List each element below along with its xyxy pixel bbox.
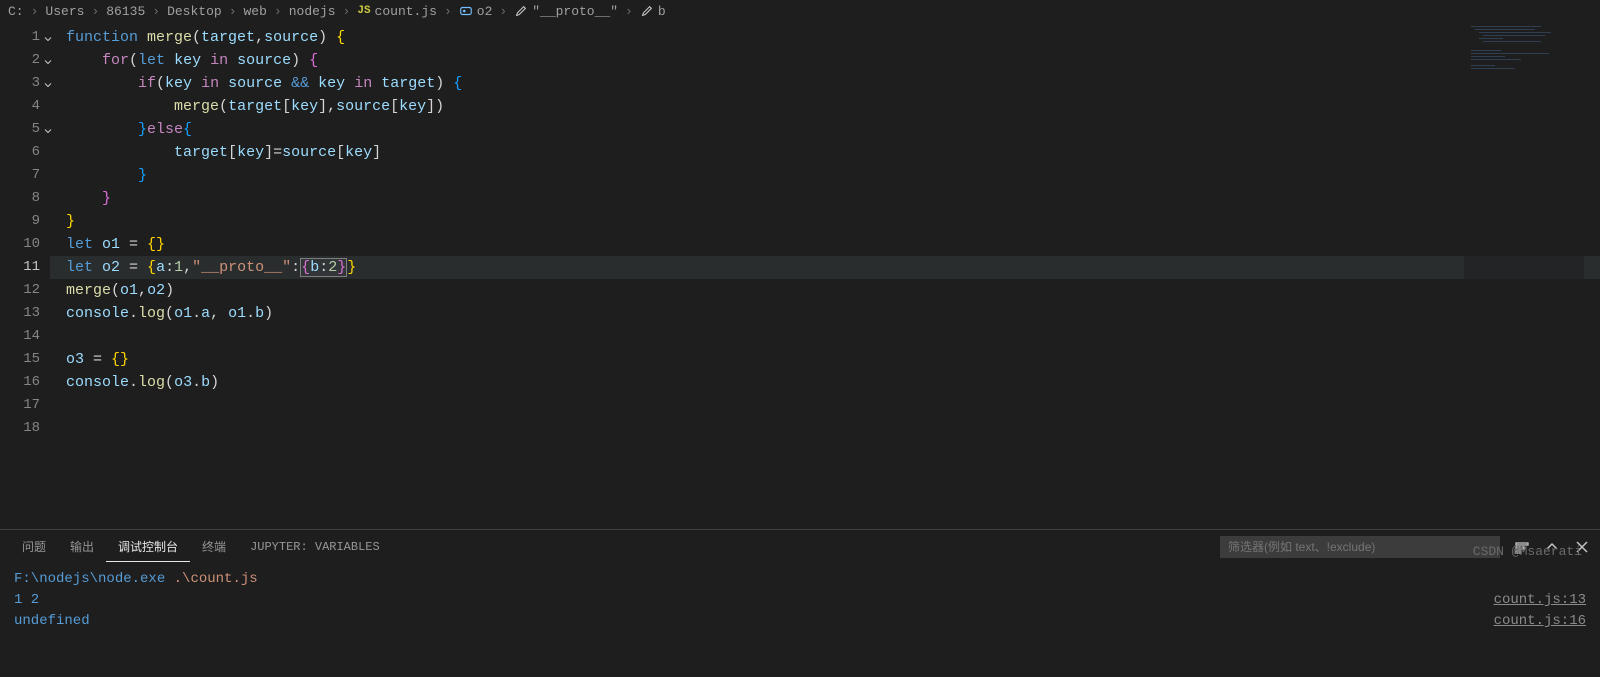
line-number: 5 [0,118,50,141]
js-file-icon: JS [357,5,370,17]
code-line[interactable]: merge(target[key],source[key]) [50,95,1600,118]
panel-tabs: 问题 输出 调试控制台 终端 JUPYTER: VARIABLES [0,530,1600,563]
line-number: 9 [0,210,50,233]
code-line[interactable]: } [50,187,1600,210]
line-number: 17 [0,394,50,417]
chevron-right-icon: › [340,4,354,19]
line-number: 10 [0,233,50,256]
tab-jupyter-variables[interactable]: JUPYTER: VARIABLES [238,534,392,560]
code-line[interactable]: } [50,164,1600,187]
breadcrumb-symbol[interactable]: "__proto__" [512,4,620,19]
code-line[interactable] [50,394,1600,417]
chevron-right-icon: › [496,4,510,19]
breadcrumb-file[interactable]: JS count.js [355,4,439,19]
line-number: 6 [0,141,50,164]
code-line[interactable]: console.log(o1.a, o1.b) [50,302,1600,325]
code-line[interactable] [50,325,1600,348]
debug-command-line: F:\nodejs\node.exe .\count.js [14,569,1586,590]
tab-problems[interactable]: 问题 [10,532,58,561]
line-number: 12 [0,279,50,302]
line-number: 7 [0,164,50,187]
filter-input[interactable] [1220,536,1500,558]
wrench-icon [640,4,654,18]
wrench-icon [514,4,528,18]
code-line[interactable]: if(key in source && key in target) { [50,72,1600,95]
bottom-panel: 问题 输出 调试控制台 终端 JUPYTER: VARIABLES F:\nod… [0,529,1600,677]
line-number: 14 [0,325,50,348]
tab-debug-console[interactable]: 调试控制台 [106,532,190,562]
breadcrumb: C:›Users›86135›Desktop›web›nodejs›JS cou… [0,0,1600,22]
breadcrumb-segment[interactable]: Desktop [165,4,224,19]
chevron-right-icon: › [622,4,636,19]
code-line[interactable]: target[key]=source[key] [50,141,1600,164]
breadcrumb-symbol[interactable]: b [638,4,668,19]
code-line[interactable]: let o2 = {a:1,"__proto__":{b:2}} [50,256,1600,279]
tab-output[interactable]: 输出 [58,532,106,561]
line-number: 2 [0,49,50,72]
variable-icon [459,4,473,18]
code-line[interactable]: console.log(o3.b) [50,371,1600,394]
code-line[interactable]: }else{ [50,118,1600,141]
breadcrumb-segment[interactable]: Users [43,4,86,19]
line-number: 8 [0,187,50,210]
code-line[interactable] [50,417,1600,440]
line-number: 15 [0,348,50,371]
line-number: 13 [0,302,50,325]
debug-output-line: undefinedcount.js:16 [14,611,1586,632]
watermark-text: CSDN @Msaerati [1473,544,1582,559]
code-line[interactable]: function merge(target,source) { [50,26,1600,49]
line-number: 11 [0,256,50,279]
line-number-gutter: 123456789101112131415161718 [0,22,50,529]
breadcrumb-symbol[interactable]: o2 [457,4,495,19]
debug-output-line: 1 2count.js:13 [14,590,1586,611]
chevron-right-icon: › [226,4,240,19]
minimap[interactable] [1464,22,1584,529]
breadcrumb-segment[interactable]: nodejs [287,4,338,19]
breadcrumb-segment[interactable]: C: [6,4,26,19]
line-number: 1 [0,26,50,49]
chevron-right-icon: › [88,4,102,19]
chevron-right-icon: › [149,4,163,19]
line-number: 3 [0,72,50,95]
chevron-right-icon: › [28,4,42,19]
code-line[interactable]: merge(o1,o2) [50,279,1600,302]
code-area[interactable]: function merge(target,source) { for(let … [50,22,1600,529]
line-number: 4 [0,95,50,118]
code-line[interactable]: o3 = {} [50,348,1600,371]
code-line[interactable]: } [50,210,1600,233]
source-location-link[interactable]: count.js:16 [1494,611,1586,632]
code-line[interactable]: for(let key in source) { [50,49,1600,72]
chevron-right-icon: › [271,4,285,19]
chevron-right-icon: › [441,4,455,19]
breadcrumb-segment[interactable]: web [242,4,269,19]
editor[interactable]: 123456789101112131415161718 function mer… [0,22,1600,529]
vertical-scrollbar[interactable] [1586,22,1600,529]
line-number: 16 [0,371,50,394]
breadcrumb-segment[interactable]: 86135 [104,4,147,19]
tab-terminal[interactable]: 终端 [190,532,238,561]
source-location-link[interactable]: count.js:13 [1494,590,1586,611]
debug-console-output[interactable]: F:\nodejs\node.exe .\count.js1 2count.js… [0,563,1600,677]
line-number: 18 [0,417,50,440]
code-line[interactable]: let o1 = {} [50,233,1600,256]
